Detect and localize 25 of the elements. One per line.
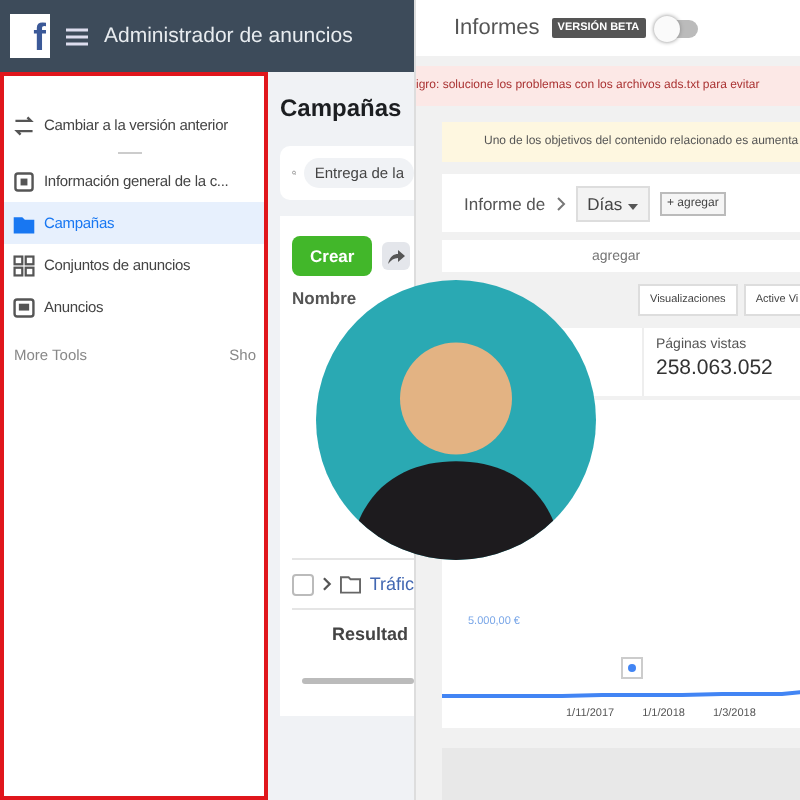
arrows-icon — [12, 113, 36, 137]
app-title: Administrador de anuncios — [104, 24, 353, 48]
grid-icon — [12, 253, 36, 277]
logo[interactable]: f — [10, 14, 50, 58]
share-button[interactable] — [382, 242, 411, 270]
ad-icon — [12, 295, 36, 319]
results-label: Resultad — [330, 624, 409, 644]
report-label: Informe de — [464, 193, 546, 213]
folder-icon — [12, 211, 36, 235]
folder-icon — [340, 574, 362, 594]
caret-icon — [627, 203, 637, 209]
beta-toggle[interactable] — [657, 19, 698, 37]
overview-icon — [12, 169, 36, 193]
menu-icon[interactable] — [66, 27, 88, 45]
arrow-icon — [386, 246, 407, 266]
metric-value: 258.063.052 — [656, 356, 773, 380]
chevron-icon[interactable] — [321, 576, 333, 592]
scrollbar[interactable] — [302, 678, 414, 684]
page-title: Informes — [454, 16, 540, 40]
chevron-icon — [555, 195, 566, 211]
page-title: Campañas — [280, 94, 404, 122]
dimension-dropdown[interactable]: Días — [575, 185, 649, 221]
column-header: Nombre — [292, 288, 359, 308]
campaign-link[interactable]: Tráfic — [369, 574, 414, 594]
row-checkbox[interactable] — [292, 573, 314, 595]
